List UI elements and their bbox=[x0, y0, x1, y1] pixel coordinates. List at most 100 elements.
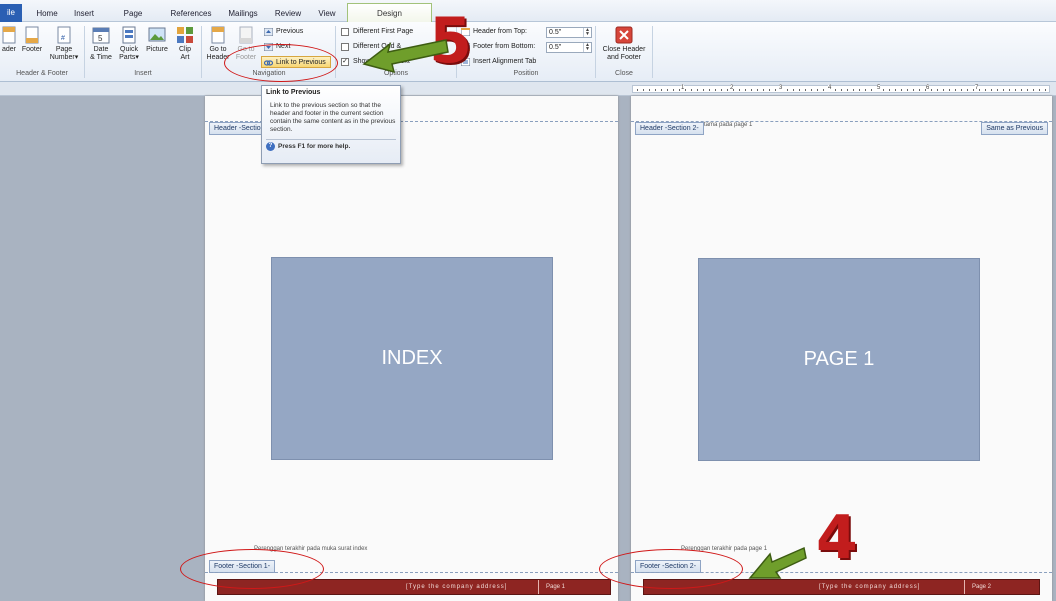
picture-label: Picture bbox=[146, 46, 168, 53]
arrow-step-5-icon bbox=[362, 39, 449, 74]
page-number-icon: # bbox=[57, 26, 71, 44]
tab-page-layout[interactable]: Page Layout bbox=[111, 6, 155, 34]
ruler-number: 7 bbox=[975, 85, 979, 91]
footer-from-bottom-input[interactable]: 0.5" ▲ ▼ bbox=[546, 42, 592, 53]
annotation-ellipse-footer-1 bbox=[180, 549, 324, 589]
ruler-tick bbox=[889, 89, 890, 91]
ruler-tick bbox=[655, 89, 656, 91]
ruler-tick bbox=[793, 89, 794, 91]
ruler-strip[interactable]: 1 2 3 4 5 6 7 bbox=[632, 85, 1050, 93]
clip-art-icon bbox=[177, 27, 193, 43]
checkbox-checked: ✓ bbox=[341, 58, 349, 66]
ruler-number: 6 bbox=[926, 85, 930, 91]
group-separator bbox=[84, 26, 85, 78]
date-time-button[interactable]: 5 Date & Time bbox=[88, 26, 114, 62]
tab-insert[interactable]: Insert bbox=[73, 6, 95, 22]
group-label-close: Close bbox=[615, 70, 633, 77]
ruler-tick bbox=[997, 89, 998, 91]
ruler-tick bbox=[1009, 89, 1010, 91]
tab-references[interactable]: References bbox=[170, 6, 212, 22]
tooltip-title: Link to Previous bbox=[266, 89, 321, 96]
header-button[interactable]: ader bbox=[0, 26, 18, 54]
picture-button[interactable]: Picture bbox=[144, 26, 170, 54]
ruler-tick bbox=[649, 89, 650, 91]
quick-parts-label-2: Parts bbox=[119, 54, 136, 61]
same-as-previous-tag: Same as Previous bbox=[981, 122, 1048, 135]
arrow-step-4-icon bbox=[748, 546, 807, 579]
tab-file[interactable]: ile bbox=[0, 4, 22, 22]
ruler-tick bbox=[967, 89, 968, 91]
ruler-tick bbox=[859, 89, 860, 91]
clip-art-label-1: Clip bbox=[178, 46, 192, 53]
tab-view[interactable]: View bbox=[316, 6, 338, 22]
ruler-tick bbox=[901, 89, 902, 91]
date-time-label-2: & Time bbox=[90, 54, 112, 61]
footer-page-number: Page 2 bbox=[972, 584, 992, 590]
clip-art-label-2: Art bbox=[180, 54, 190, 61]
tab-home[interactable]: Home bbox=[36, 6, 58, 22]
group-label-header-footer: Header & Footer bbox=[16, 70, 68, 77]
ruler-tick bbox=[661, 89, 662, 91]
group-label-insert: Insert bbox=[134, 70, 152, 77]
previous-button[interactable]: Previous bbox=[262, 26, 303, 38]
footer-from-bottom-value: 0.5" bbox=[549, 44, 562, 51]
ruler-tick bbox=[919, 89, 920, 91]
ruler-tick bbox=[835, 89, 836, 91]
go-to-header-icon bbox=[211, 26, 225, 44]
ruler-tick bbox=[841, 89, 842, 91]
previous-label: Previous bbox=[276, 28, 304, 35]
ruler-tick bbox=[955, 89, 956, 91]
ribbon: ader Footer # Page Number▾ Header & Foot… bbox=[0, 22, 1056, 82]
svg-text:5: 5 bbox=[98, 34, 103, 43]
ruler-tick bbox=[763, 89, 764, 91]
ruler-tick bbox=[667, 89, 668, 91]
spin-arrows-icon[interactable]: ▲ ▼ bbox=[583, 28, 591, 37]
step-4-number: 4 bbox=[816, 503, 858, 573]
ruler-number: 1 bbox=[681, 85, 685, 91]
ruler-tick bbox=[637, 89, 638, 91]
quick-parts-button[interactable]: Quick Parts▾ bbox=[116, 26, 142, 62]
header-text[interactable]: tama pada page 1 bbox=[704, 122, 752, 128]
tab-review[interactable]: Review bbox=[274, 6, 302, 22]
ruler-tick bbox=[805, 89, 806, 91]
ruler-tick bbox=[1045, 89, 1046, 91]
ruler-tick bbox=[931, 89, 932, 91]
checkbox-box bbox=[341, 28, 349, 36]
image-placeholder[interactable]: PAGE 1 bbox=[698, 258, 980, 461]
ruler-tick bbox=[1015, 89, 1016, 91]
footer-divider bbox=[538, 580, 539, 594]
ruler-tick bbox=[853, 89, 854, 91]
clip-art-button[interactable]: Clip Art bbox=[174, 26, 196, 62]
ruler-number: 2 bbox=[730, 85, 734, 91]
link-to-previous-tooltip: Link to Previous Link to the previous se… bbox=[261, 85, 401, 164]
group-label-position: Position bbox=[513, 70, 539, 77]
footer-button[interactable]: Footer bbox=[20, 26, 44, 54]
ruler-tick bbox=[643, 89, 644, 91]
ruler-tick bbox=[907, 89, 908, 91]
tab-design[interactable]: Design bbox=[347, 3, 432, 23]
header-label: ader bbox=[1, 46, 16, 53]
ruler-tick bbox=[745, 89, 746, 91]
insert-alignment-tab-label: Insert Alignment Tab bbox=[473, 58, 537, 65]
page-number-button[interactable]: # Page Number▾ bbox=[47, 26, 81, 62]
help-icon: ? bbox=[266, 142, 275, 151]
tooltip-body: Link to the previous section so that the… bbox=[270, 102, 396, 133]
different-first-page-label: Different First Page bbox=[353, 28, 414, 35]
ruler-tick bbox=[985, 89, 986, 91]
ruler-tick bbox=[943, 89, 944, 91]
spin-arrows-icon[interactable]: ▲ ▼ bbox=[583, 43, 591, 52]
close-header-footer-button[interactable]: Close Header and Footer bbox=[598, 26, 650, 62]
ruler-tick bbox=[739, 89, 740, 91]
tab-mailings[interactable]: Mailings bbox=[226, 6, 260, 22]
image-placeholder[interactable]: INDEX bbox=[271, 257, 553, 460]
ruler-tick bbox=[703, 89, 704, 91]
header-from-top-input[interactable]: 0.5" ▲ ▼ bbox=[546, 27, 592, 38]
ruler-tick bbox=[961, 89, 962, 91]
quick-parts-label-1: Quick bbox=[120, 46, 138, 53]
footer-from-bottom-label: Footer from Bottom: bbox=[473, 43, 536, 50]
ruler-number: 5 bbox=[877, 85, 881, 91]
page-index: Header -Section INDEX Perenggan terakhir… bbox=[205, 96, 618, 601]
footer-address-text: [Type the company address] bbox=[406, 584, 508, 590]
ruler-tick bbox=[769, 89, 770, 91]
horizontal-ruler[interactable]: 1 2 3 4 5 6 7 bbox=[0, 82, 1056, 96]
